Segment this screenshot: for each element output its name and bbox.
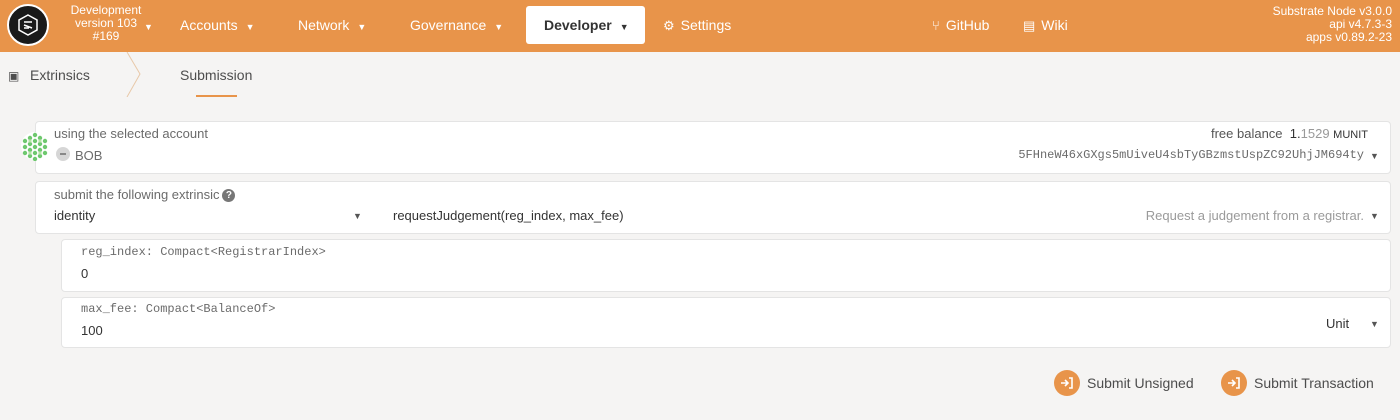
account-label: using the selected account [54,126,208,141]
account-name: BOB [75,148,103,163]
top-nav-bar: Development version 103 #169 ▼ Accounts ▼… [0,0,1400,52]
account-address: 5FHneW46xGXgs5mUiveU4sbTyGBzmstUspZC92Uh… [1018,148,1364,162]
free-balance-int: 1. [1289,126,1301,141]
nav-github[interactable]: ⑂ GitHub [932,0,989,50]
param-reg-index-label: reg_index: Compact<RegistrarIndex> [81,245,326,259]
submit-unsigned-button[interactable]: Submit Unsigned [1054,369,1194,397]
module-select[interactable]: identity [54,208,95,223]
free-balance-label: free balance [1210,126,1283,141]
max-fee-input[interactable]: 100 [81,323,103,338]
substrate-logo[interactable] [7,4,49,46]
nav-wiki[interactable]: ▤ Wiki [1023,0,1068,50]
chain-block: #169 [92,29,120,43]
chevron-down-icon: ▼ [1370,211,1379,221]
chevron-down-icon: ▼ [353,211,362,221]
free-balance-frac: 1529 [1300,126,1330,141]
method-description: Request a judgement from a registrar. [1145,208,1364,223]
chevron-down-icon: ▼ [619,22,629,32]
param-max-fee-label: max_fee: Compact<BalanceOf> [81,302,276,316]
nav-developer[interactable]: Developer ▼ [526,6,645,44]
chevron-down-icon: ▼ [245,22,255,32]
chevron-down-icon: ▼ [1370,151,1379,161]
sign-in-icon [1054,370,1080,397]
extrinsic-label: submit the following extrinsic? [54,187,236,202]
book-icon: ▤ [1023,18,1036,33]
chain-selector[interactable]: Development version 103 #169 ▼ [56,4,156,43]
nav-governance[interactable]: Governance ▼ [410,0,503,50]
chevron-down-icon: ▼ [357,22,367,32]
code-branch-icon: ⑂ [932,18,940,33]
chevron-down-icon: ▼ [144,22,153,32]
nav-github-label: GitHub [945,17,990,33]
unit-select[interactable]: Unit [1326,316,1349,331]
sub-nav-extrinsics[interactable]: ▣ Extrinsics [8,67,90,83]
nav-settings-label: Settings [680,17,732,33]
apps-version: apps v0.89.2-23 [1305,30,1392,44]
free-balance: free balance 1.1529 MUNIT [1211,126,1368,141]
account-identicon-icon [21,132,49,161]
method-select[interactable]: requestJudgement(reg_index, max_fee) [393,208,624,223]
submit-transaction-label: Submit Transaction [1254,375,1374,391]
breadcrumb-chevron-icon [126,52,141,97]
gear-icon: ⚙ [663,18,675,33]
help-icon[interactable]: ? [222,189,236,202]
tab-submission[interactable]: Submission [180,67,252,83]
version-info: Substrate Node v3.0.0 api v4.7.3-3 apps … [1273,5,1392,44]
extrinsics-icon: ▣ [8,69,20,83]
sub-nav: ▣ Extrinsics Submission [0,52,1400,97]
chevron-down-icon: ▼ [494,22,504,32]
sign-in-icon [1221,370,1247,397]
nav-network-label: Network [298,17,350,33]
nav-accounts[interactable]: Accounts ▼ [180,0,255,50]
nav-network[interactable]: Network ▼ [298,0,366,50]
nav-governance-label: Governance [410,17,487,33]
submit-transaction-button[interactable]: Submit Transaction [1221,369,1374,397]
nav-wiki-label: Wiki [1041,17,1068,33]
nav-developer-label: Developer [544,17,612,33]
free-balance-unit: MUNIT [1333,129,1368,141]
nav-settings[interactable]: ⚙ Settings [663,0,731,50]
chevron-down-icon: ▼ [1370,319,1379,329]
nav-accounts-label: Accounts [180,17,238,33]
reg-index-input[interactable]: 0 [81,266,88,281]
extrinsic-label-text: submit the following extrinsic [54,187,220,202]
account-avatar-icon [56,147,70,161]
sub-nav-root-label: Extrinsics [30,67,90,83]
submit-unsigned-label: Submit Unsigned [1087,375,1194,391]
